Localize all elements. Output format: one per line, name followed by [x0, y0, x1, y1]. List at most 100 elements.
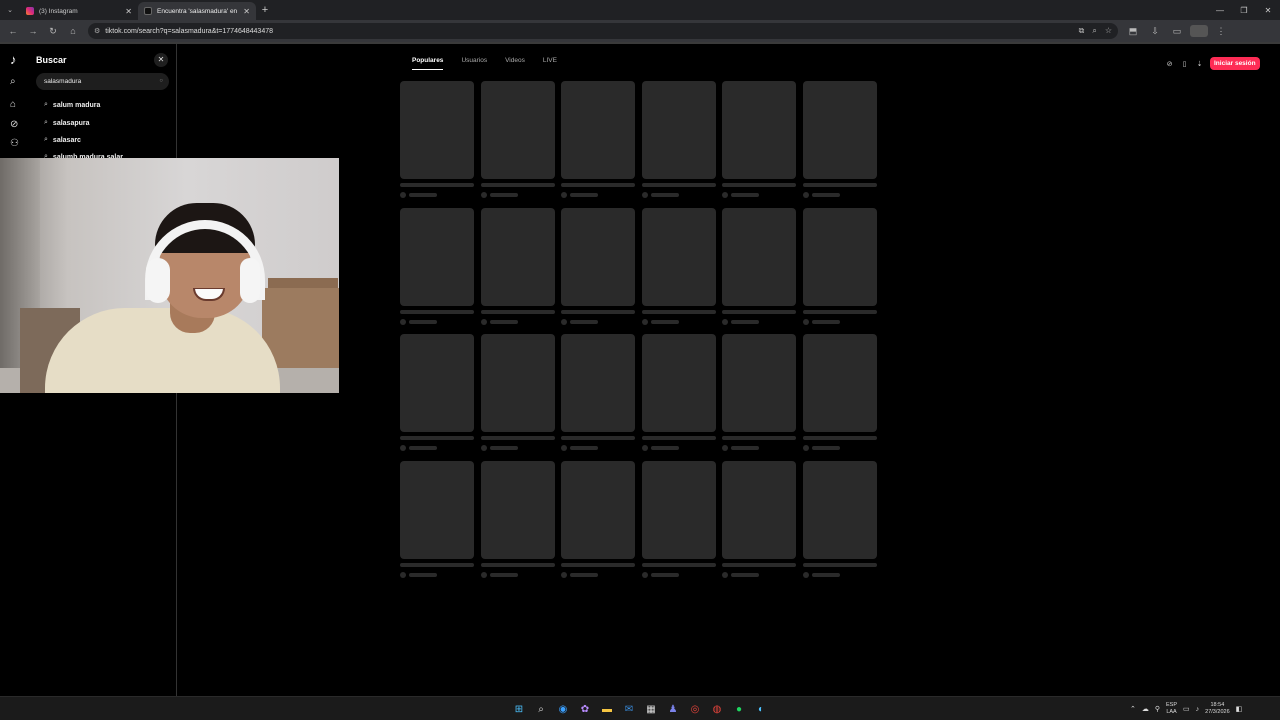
skeleton-username	[731, 446, 759, 450]
tab-tiktok[interactable]: Encuentra 'salasmadura' en Tik ✕	[138, 2, 256, 20]
skeleton-username	[570, 193, 598, 197]
chrome-alt-icon[interactable]: ◍	[708, 700, 726, 718]
skeleton-username	[489, 446, 518, 450]
mail-icon[interactable]: ✉	[620, 700, 638, 718]
skeleton-thumbnail	[400, 207, 474, 306]
skeleton-card	[400, 334, 474, 451]
coins-icon[interactable]: ⊘	[1165, 60, 1174, 68]
chrome-icon[interactable]: ◎	[686, 700, 704, 718]
globe-icon[interactable]: ◐	[752, 700, 770, 718]
tab-instagram[interactable]: (3) Instagram ✕	[20, 2, 138, 20]
store-icon[interactable]: ▦	[642, 700, 660, 718]
zoom-icon[interactable]: ⌕	[1092, 26, 1096, 36]
home-icon[interactable]: ⌂	[10, 99, 16, 110]
skeleton-caption	[561, 436, 635, 440]
login-button[interactable]: Iniciar sesión	[1210, 57, 1260, 70]
reload-icon[interactable]: ↻	[44, 22, 62, 40]
header-actions: ⊘ ▯ ⇣ Iniciar sesión	[1165, 57, 1260, 70]
tab-search-icon[interactable]: ⌄	[0, 0, 20, 20]
tab-populares[interactable]: Populares	[412, 52, 444, 70]
cloud-icon[interactable]: ☁	[1142, 705, 1149, 713]
minimize-button[interactable]: —	[1208, 6, 1232, 15]
clear-icon[interactable]: ○	[159, 73, 163, 90]
monitor-icon[interactable]: ▭	[1183, 705, 1190, 713]
tab-videos[interactable]: Videos	[505, 52, 525, 70]
back-icon[interactable]: ←	[4, 22, 22, 40]
skeleton-card	[480, 207, 555, 325]
skeleton-username	[731, 193, 759, 197]
skeleton-card	[561, 460, 635, 578]
extensions-icon[interactable]: ⬒	[1124, 22, 1142, 40]
forward-icon[interactable]: →	[24, 22, 42, 40]
system-tray: ⌃ ☁ ⚲ ESP LAA ▭ ♪ 18:54 27/3/2026 ◧	[1130, 697, 1242, 720]
star-icon[interactable]: ☆	[1105, 26, 1112, 36]
following-icon[interactable]: ⚇	[10, 138, 19, 149]
suggestion-item[interactable]: ⌕ salasarc	[44, 136, 81, 144]
menu-icon[interactable]: ⋮	[1212, 22, 1230, 40]
skeleton-avatar	[400, 318, 406, 325]
suggestion-item[interactable]: ⌕ salum madura	[44, 101, 100, 109]
search-icon[interactable]: ⌕	[10, 76, 16, 87]
search-icon[interactable]: ⌕	[532, 700, 550, 718]
skeleton-card	[802, 460, 877, 578]
new-tab-button[interactable]: +	[256, 4, 274, 16]
profile-avatar[interactable]	[1190, 22, 1208, 40]
skeleton-card	[480, 334, 555, 451]
skeleton-thumbnail	[400, 334, 474, 432]
skeleton-card	[722, 334, 796, 451]
skeleton-username	[811, 446, 840, 450]
explore-icon[interactable]: ⊘	[10, 119, 18, 130]
skeleton-avatar	[802, 445, 809, 451]
spotify-icon[interactable]: ●	[730, 700, 748, 718]
tab-label: Encuentra 'salasmadura' en Tik	[157, 7, 239, 15]
skeleton-caption	[400, 183, 474, 187]
tab-usuarios[interactable]: Usuarios	[461, 52, 487, 70]
close-window-button[interactable]: ✕	[1256, 6, 1280, 15]
windows-start-icon[interactable]: ⊞	[510, 700, 528, 718]
skeleton-avatar	[722, 318, 728, 325]
notification-icon[interactable]: ◧	[1236, 705, 1243, 713]
clock[interactable]: 18:54 27/3/2026	[1205, 702, 1229, 716]
skeleton-thumbnail	[641, 207, 716, 306]
site-info-icon[interactable]: ⚙	[94, 27, 100, 35]
skeleton-caption	[802, 562, 877, 567]
teams-icon[interactable]: ♟	[664, 700, 682, 718]
search-input[interactable]: salasmadura ○	[36, 73, 169, 90]
edge-icon[interactable]: ◉	[554, 700, 572, 718]
phone-icon[interactable]: ▯	[1180, 60, 1189, 68]
skeleton-avatar	[802, 192, 809, 198]
skeleton-avatar	[561, 318, 567, 325]
skeleton-username	[811, 572, 840, 577]
address-bar[interactable]: ⚙ tiktok.com/search?q=salasmadura&t=1774…	[88, 23, 1118, 39]
skeleton-caption	[722, 183, 796, 187]
tiktok-logo-icon[interactable]: ♪	[10, 52, 17, 67]
chevron-up-icon[interactable]: ⌃	[1130, 705, 1136, 713]
copilot-icon[interactable]: ✿	[576, 700, 594, 718]
tab-live[interactable]: LIVE	[543, 52, 557, 70]
suggestion-item[interactable]: ⌕ salasapura	[44, 119, 90, 127]
skeleton-thumbnail	[400, 460, 474, 559]
skeleton-username	[811, 319, 840, 324]
cast-icon[interactable]: ▭	[1168, 22, 1186, 40]
instagram-icon	[26, 7, 34, 15]
close-icon[interactable]: ✕	[125, 7, 132, 16]
skeleton-avatar	[641, 192, 648, 198]
download-icon[interactable]: ⇣	[1195, 60, 1204, 68]
download-icon[interactable]: ⇩	[1146, 22, 1164, 40]
file-explorer-icon[interactable]: ▬	[598, 700, 616, 718]
skeleton-card	[802, 81, 877, 198]
skeleton-card	[561, 207, 635, 325]
skeleton-caption	[641, 183, 716, 187]
home-icon[interactable]: ⌂	[64, 22, 82, 40]
maximize-button[interactable]: ❐	[1232, 6, 1256, 15]
install-icon[interactable]: ⧉	[1079, 26, 1085, 36]
skeleton-card	[400, 207, 474, 325]
skeleton-thumbnail	[480, 81, 555, 179]
speaker-icon[interactable]: ♪	[1196, 706, 1200, 713]
language-indicator[interactable]: ESP LAA	[1166, 702, 1177, 716]
close-icon[interactable]: ✕	[154, 53, 168, 67]
close-icon[interactable]: ✕	[243, 7, 250, 16]
mic-icon[interactable]: ⚲	[1155, 705, 1160, 713]
skeleton-thumbnail	[561, 207, 635, 306]
skeleton-thumbnail	[480, 460, 555, 559]
